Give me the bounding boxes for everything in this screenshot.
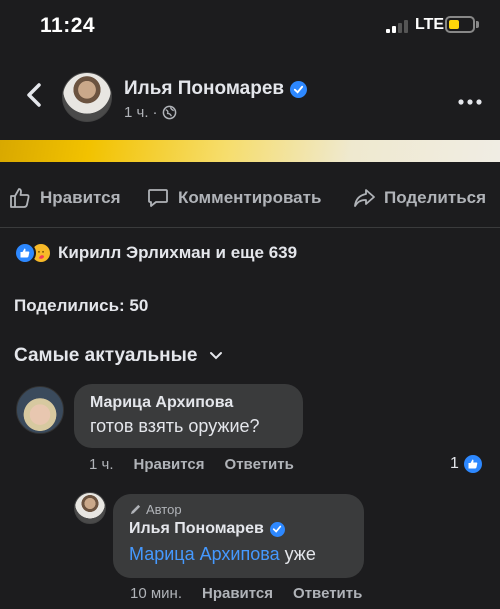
- network-type: LTE: [415, 16, 445, 33]
- comment-meta: 1 ч. Нравится Ответить: [89, 456, 294, 473]
- comment-like-count[interactable]: 1: [450, 453, 484, 475]
- comment-text: готов взять оружие?: [90, 416, 260, 436]
- author-avatar[interactable]: [62, 72, 112, 122]
- back-button[interactable]: [20, 80, 50, 110]
- reply-like-button[interactable]: Нравится: [202, 585, 273, 602]
- comment-bubble[interactable]: Марица Архипова готов взять оружие?: [74, 384, 303, 448]
- comment-like-number: 1: [450, 455, 459, 472]
- reply-reply-button[interactable]: Ответить: [293, 585, 362, 602]
- share-button[interactable]: Поделиться: [352, 186, 486, 210]
- comment-sort-dropdown[interactable]: Самые актуальные: [14, 345, 223, 367]
- pencil-icon: [130, 504, 141, 515]
- post-author-name: Илья Пономарев: [124, 78, 285, 99]
- author-badge-label: Автор: [146, 502, 182, 517]
- reply-body: уже: [284, 544, 316, 564]
- reply-author-avatar[interactable]: [74, 492, 106, 524]
- post-author[interactable]: Илья Пономарев: [124, 78, 308, 100]
- reply-bubble[interactable]: Автор Илья Пономарев Марица Архипова уже: [113, 494, 364, 578]
- share-label: Поделиться: [384, 188, 487, 207]
- comment-author[interactable]: Марица Архипова: [90, 394, 287, 412]
- dot-separator: ·: [152, 104, 158, 121]
- status-time: 11:24: [40, 14, 96, 37]
- more-dots-icon: [458, 99, 482, 105]
- post-meta: 1 ч. ·: [124, 104, 177, 121]
- globe-icon: [162, 105, 176, 120]
- battery-tip: [476, 21, 479, 28]
- reply-author-name: Илья Пономарев: [129, 520, 264, 537]
- post-time: 1 ч.: [124, 104, 149, 121]
- reactions-text: Кирилл Эрлихман и еще 639: [58, 243, 298, 262]
- divider: [0, 227, 500, 228]
- sort-label: Самые актуальные: [14, 345, 198, 366]
- commenter-avatar[interactable]: [16, 386, 64, 434]
- comment-bubble-icon: [148, 189, 168, 207]
- thumbs-up-icon: [10, 188, 30, 208]
- comment-time: 1 ч.: [89, 456, 114, 473]
- comment-like-button[interactable]: Нравится: [134, 456, 205, 473]
- reply-mention[interactable]: Марица Архипова: [129, 544, 280, 564]
- signal-icon: [386, 19, 410, 33]
- chevron-down-icon: [210, 352, 223, 360]
- share-arrow-icon: [354, 189, 375, 207]
- verified-icon: [269, 521, 285, 537]
- battery-icon: [445, 16, 475, 33]
- author-badge: Автор: [129, 502, 348, 517]
- post-action-bar: Нравится Комментировать Поделиться: [0, 186, 500, 216]
- shares-count[interactable]: Поделились: 50: [14, 296, 148, 316]
- reply-meta: 10 мин. Нравится Ответить: [130, 585, 362, 602]
- like-reaction-icon: [14, 242, 36, 264]
- verified-icon: [290, 80, 308, 98]
- like-button[interactable]: Нравится: [8, 186, 121, 210]
- comment-label: Комментировать: [178, 188, 322, 207]
- reply-text: Марица Архипова уже: [129, 544, 348, 565]
- like-reaction-icon: [461, 453, 484, 475]
- like-label: Нравится: [40, 188, 121, 207]
- more-options-button[interactable]: [458, 92, 482, 105]
- comment-reply-button[interactable]: Ответить: [225, 456, 294, 473]
- post-image[interactable]: [0, 140, 500, 162]
- reply-author[interactable]: Илья Пономарев: [129, 520, 348, 538]
- reactions-summary[interactable]: Кирилл Эрлихман и еще 639: [14, 242, 297, 264]
- reply-time: 10 мин.: [130, 585, 182, 602]
- chevron-left-icon: [27, 83, 41, 107]
- comment-button[interactable]: Комментировать: [146, 186, 321, 210]
